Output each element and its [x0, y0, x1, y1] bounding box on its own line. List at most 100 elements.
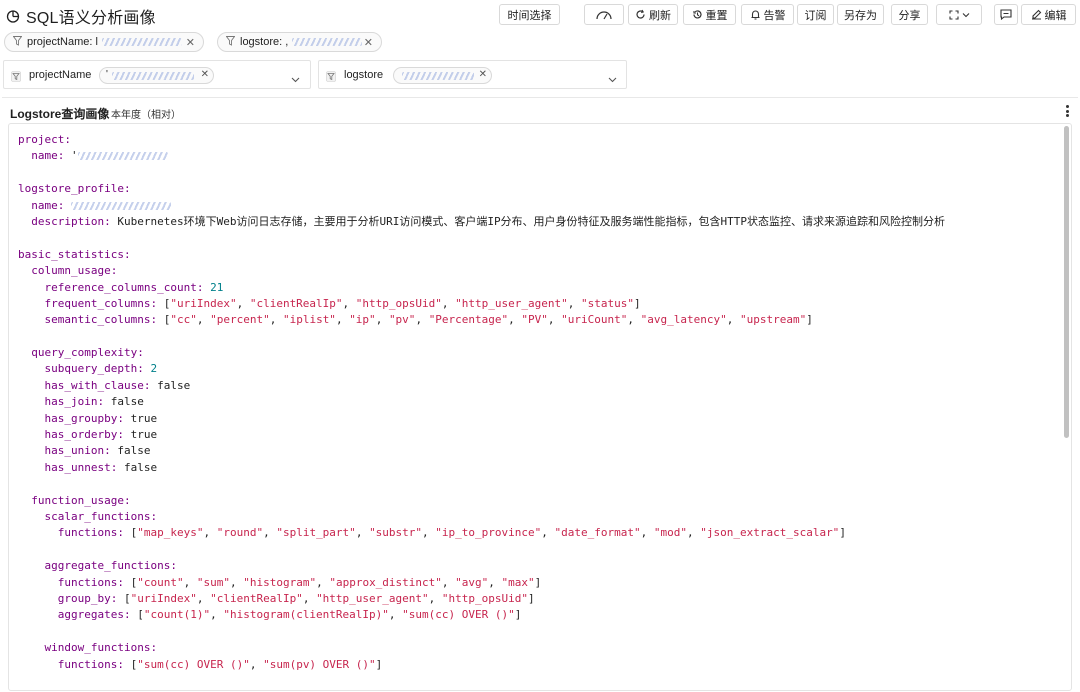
yaml-text: , — [196, 313, 211, 327]
code-line: has_groupby: true — [18, 411, 945, 427]
close-icon[interactable]: ✕ — [201, 69, 209, 80]
code-line: functions: ["map_keys", "round", "split_… — [18, 525, 945, 541]
bell-icon — [750, 9, 761, 20]
yaml-text: ] — [534, 575, 542, 589]
code-line: has_orderby: true — [18, 427, 945, 443]
yaml-text: ] — [514, 608, 522, 622]
yaml-string: "uriIndex" — [130, 591, 197, 605]
yaml-key: has_with_clause: — [44, 378, 151, 392]
code-line: has_join: false — [18, 394, 945, 410]
yaml-text — [18, 559, 45, 572]
yaml-text: [ — [123, 526, 138, 540]
comment-button[interactable] — [994, 4, 1018, 25]
logstore-filter-label: logstore: , — [240, 36, 289, 48]
yaml-text: , — [567, 296, 581, 310]
project-name-tag[interactable]: ' ✕ — [99, 67, 214, 84]
yaml-text: , — [415, 313, 429, 327]
share-button[interactable]: 分享 — [891, 4, 928, 25]
close-icon[interactable]: ✕ — [186, 36, 195, 49]
yaml-text: , — [640, 526, 654, 540]
logstore-tag[interactable]: ✕ — [393, 67, 492, 84]
yaml-string: "mod" — [653, 526, 687, 540]
yaml-text: , — [229, 575, 244, 589]
yaml-text — [18, 215, 31, 228]
yaml-string: "iplist" — [282, 313, 336, 327]
yaml-text: , — [263, 526, 277, 540]
yaml-text: , — [355, 526, 370, 540]
yaml-string: "count" — [137, 575, 184, 589]
alert-label: 告警 — [763, 9, 786, 22]
fullscreen-button[interactable] — [936, 4, 982, 25]
yaml-text — [18, 608, 58, 621]
alert-button[interactable]: 告警 — [741, 4, 794, 25]
logstore-selector[interactable]: logstore ✕ — [318, 60, 627, 89]
time-select-button[interactable]: 时间选择 — [499, 4, 560, 25]
history-icon — [692, 9, 703, 20]
share-label: 分享 — [898, 9, 921, 22]
yaml-text: , — [388, 608, 403, 622]
more-icon[interactable] — [1066, 105, 1070, 119]
yaml-string: "split_part" — [276, 526, 356, 540]
yaml-text — [18, 444, 45, 457]
code-line: semantic_columns: ["cc", "percent", "ipl… — [18, 312, 945, 328]
yaml-key: description: — [31, 214, 111, 228]
code-line: project: — [18, 132, 945, 148]
chevron-down-icon[interactable] — [608, 70, 617, 88]
code-line: aggregates: ["count(1)", "histogram(clie… — [18, 607, 945, 623]
redacted-value — [402, 72, 474, 80]
yaml-key: has_unnest: — [44, 460, 118, 474]
code-line: has_unnest: false — [18, 460, 945, 476]
project-filter-chip[interactable]: projectName: l ✕ — [4, 32, 204, 52]
save-as-button[interactable]: 另存为 — [837, 4, 884, 25]
yaml-text — [18, 264, 31, 277]
page-title: SQL语义分析画像 — [26, 10, 156, 27]
code-line: frequent_columns: ["uriIndex", "clientRe… — [18, 296, 945, 312]
yaml-text: , — [541, 526, 555, 540]
yaml-text: , — [196, 591, 211, 605]
yaml-string: "sum(cc) OVER ()" — [137, 657, 250, 671]
logstore-filter-chip[interactable]: logstore: , ✕ — [217, 32, 382, 52]
yaml-text: , — [547, 313, 562, 327]
yaml-text: , — [335, 313, 350, 327]
yaml-key: function_usage: — [31, 493, 131, 507]
yaml-text: , — [316, 575, 330, 589]
scrollbar[interactable] — [1064, 126, 1069, 438]
chevron-down-icon[interactable] — [291, 70, 300, 88]
yaml-text: , — [302, 591, 317, 605]
reset-button[interactable]: 重置 — [683, 4, 736, 25]
yaml-string: "round" — [216, 526, 264, 540]
subscribe-button[interactable]: 订阅 — [797, 4, 834, 25]
close-icon[interactable]: ✕ — [479, 69, 487, 80]
code-line: functions: ["count", "sum", "histogram",… — [18, 575, 945, 591]
logstore-query-profile-panel: Logstore查询画像 本年度（相对） project: name: ' log… — [2, 97, 1078, 691]
refresh-button[interactable]: 刷新 — [628, 4, 678, 25]
yaml-key: reference_columns_count: — [44, 280, 204, 294]
project-name-selector[interactable]: projectName ' ✕ — [3, 60, 311, 89]
code-line: subquery_depth: 2 — [18, 361, 945, 377]
yaml-text: , — [375, 313, 389, 327]
code-line: window_functions: — [18, 640, 945, 656]
yaml-text: ] — [375, 657, 383, 671]
code-line: aggregate_functions: — [18, 558, 945, 574]
yaml-text — [18, 494, 31, 507]
yaml-text — [18, 658, 58, 671]
yaml-string: "json_extract_scalar" — [700, 526, 840, 540]
dashboard-header: SQL语义分析画像 时间选择 刷新 重置 告警 订阅 另存为 分享 编辑 — [0, 0, 1080, 30]
yaml-string: "sum(pv) OVER ()" — [263, 657, 376, 671]
yaml-string: "Percentage" — [428, 313, 509, 327]
edit-button[interactable]: 编辑 — [1021, 4, 1076, 25]
speed-button[interactable] — [584, 4, 624, 25]
yaml-text: , — [488, 575, 502, 589]
close-icon[interactable]: ✕ — [364, 36, 373, 49]
yaml-text — [18, 313, 45, 326]
yaml-key: aggregate_functions: — [44, 559, 177, 573]
code-line: description: Kubernetes环境下Web访问日志存储，主要用于… — [18, 214, 945, 230]
yaml-key: aggregates: — [57, 608, 131, 622]
redacted-value — [71, 201, 171, 210]
title-area: SQL语义分析画像 — [6, 4, 156, 28]
code-line: logstore_profile: — [18, 181, 945, 197]
yaml-key: has_orderby: — [44, 428, 124, 442]
